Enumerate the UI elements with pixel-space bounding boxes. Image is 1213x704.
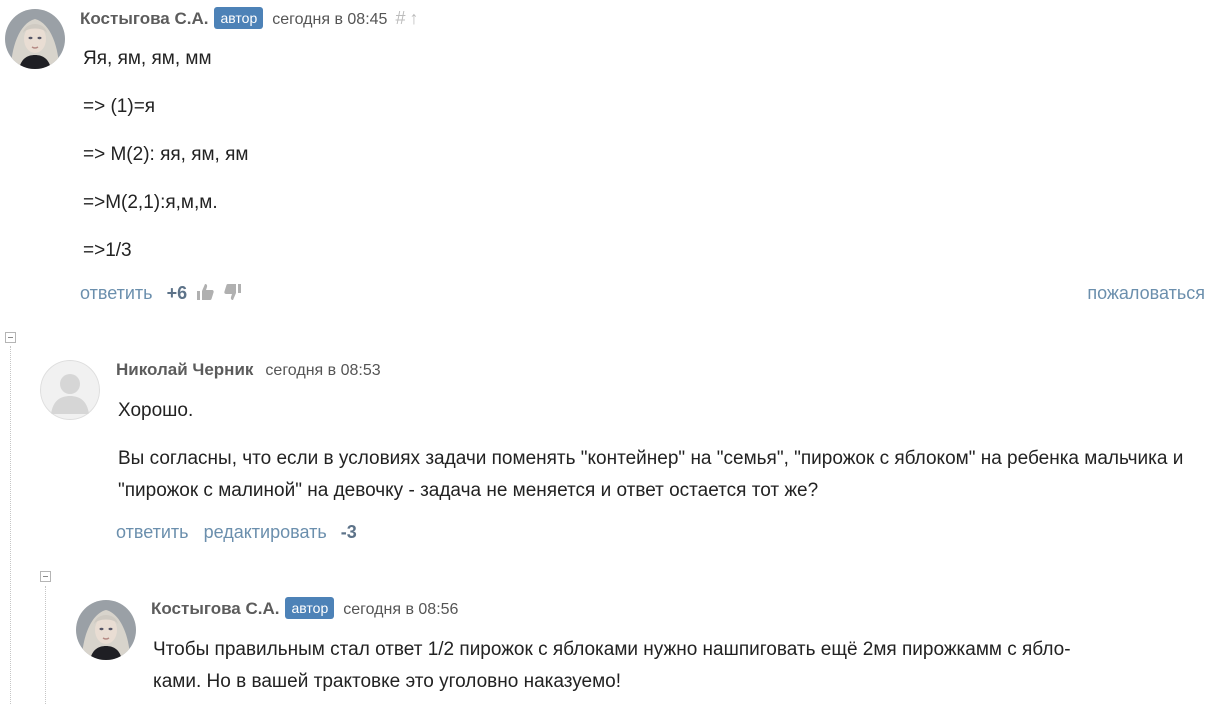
edit-link[interactable]: редактировать bbox=[204, 522, 327, 542]
avatar[interactable] bbox=[76, 600, 136, 660]
comment-line: Яя, ям, ям, мм bbox=[83, 48, 212, 69]
comment-line: ками. Но в вашей трактовке это уголовно … bbox=[153, 671, 621, 692]
comment-line: => (1)=я bbox=[83, 96, 156, 117]
comment-line: Вы согласны, что если в условиях задачи … bbox=[118, 448, 1184, 501]
reply-link[interactable]: ответить bbox=[116, 522, 189, 542]
comment-line: =>1/3 bbox=[83, 240, 132, 261]
comment-actions: ответить +6 bbox=[80, 281, 243, 308]
reply-link[interactable]: ответить bbox=[80, 283, 153, 303]
author-name[interactable]: Николай Черник bbox=[116, 360, 253, 379]
default-user-avatar-icon bbox=[40, 360, 100, 420]
comment-3: Костыгова С.А. автор сегодня в 08:56 Чтобы… bbox=[0, 580, 1213, 704]
author-name[interactable]: Костыгова С.А. bbox=[80, 9, 208, 28]
comment-time[interactable]: сегодня в 08:56 bbox=[343, 601, 458, 618]
rating-score: -3 bbox=[340, 522, 357, 542]
comments-thread: Костыгова С.А. автор сегодня в 08:45 # ↑ Яя,… bbox=[0, 0, 1213, 704]
author-badge: автор bbox=[214, 7, 264, 29]
comment-line: =>М(2,1):я,м,м. bbox=[83, 192, 218, 213]
rating-score: +6 bbox=[166, 283, 188, 303]
thumbs-down-icon[interactable] bbox=[223, 282, 243, 308]
comment-time[interactable]: сегодня в 08:53 bbox=[265, 362, 380, 379]
woman-portrait-avatar-icon bbox=[76, 600, 136, 660]
comment-line: Хорошо. bbox=[118, 400, 194, 421]
comment-header: Николай Черник сегодня в 08:53 bbox=[116, 358, 381, 383]
thumbs-up-icon[interactable] bbox=[195, 282, 215, 308]
avatar[interactable] bbox=[5, 9, 65, 69]
comment-header: Костыгова С.А. автор сегодня в 08:45 # ↑ bbox=[80, 6, 418, 32]
comment-actions: ответить редактировать -3 bbox=[116, 520, 357, 544]
woman-portrait-avatar-icon bbox=[5, 9, 65, 69]
comment-line: => М(2): яя, ям, ям bbox=[83, 144, 249, 165]
comment-2: Николай Черник сегодня в 08:53 Хорошо. Вы… bbox=[0, 340, 1213, 560]
author-name[interactable]: Костыгова С.А. bbox=[151, 599, 279, 618]
parent-up-arrow-icon[interactable]: ↑ bbox=[409, 8, 418, 28]
avatar[interactable] bbox=[40, 360, 100, 420]
author-badge: автор bbox=[285, 597, 335, 619]
comment-header: Костыгова С.А. автор сегодня в 08:56 bbox=[151, 597, 458, 622]
comment-time[interactable]: сегодня в 08:45 bbox=[272, 11, 387, 28]
comment-line: Чтобы правильным стал ответ 1/2 пирожок … bbox=[153, 639, 1071, 660]
permalink-hash-icon[interactable]: # bbox=[395, 8, 405, 28]
complain-link[interactable]: пожаловаться bbox=[1087, 281, 1205, 305]
comment-1: Костыгова С.А. автор сегодня в 08:45 # ↑ Яя,… bbox=[0, 0, 1213, 320]
